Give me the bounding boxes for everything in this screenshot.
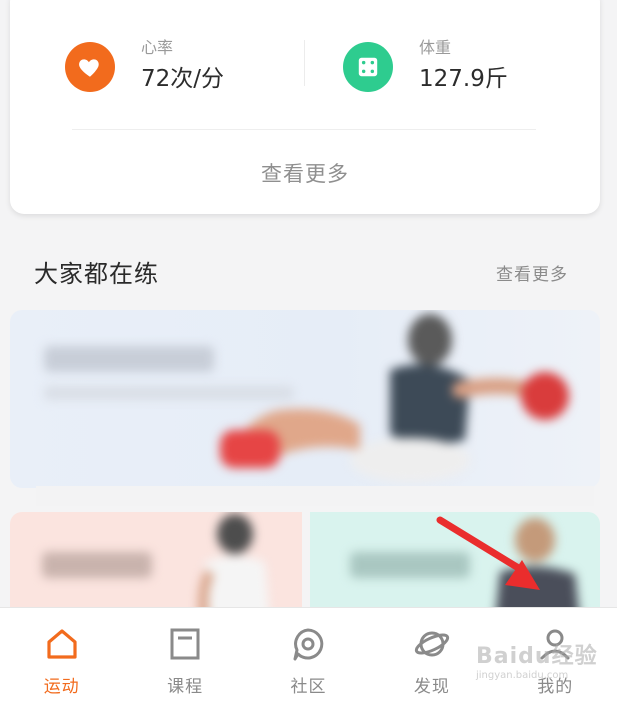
- heart-rate-value: 72次/分: [141, 66, 225, 92]
- workout-promo-card-right[interactable]: [310, 512, 600, 622]
- section-title: 大家都在练: [34, 260, 159, 288]
- heart-icon: [65, 42, 115, 92]
- heart-rate-label: 心率: [141, 38, 174, 57]
- card-divider: [72, 129, 536, 130]
- trainer-image-right: [495, 518, 580, 622]
- tab-sport[interactable]: 运动: [0, 608, 123, 702]
- heart-rate-stat[interactable]: 心率 72次/分: [65, 34, 224, 100]
- planet-icon: [414, 631, 449, 657]
- weight-stat[interactable]: 体重 127.9斤: [343, 34, 508, 100]
- promo-right-title-placeholder: [350, 552, 470, 578]
- weight-label: 体重: [419, 38, 452, 57]
- athlete-image: [220, 314, 569, 482]
- watermark-main: Baidu经验: [476, 644, 598, 669]
- tab-discover-label: 发现: [413, 677, 450, 697]
- section-more-link[interactable]: 查看更多: [496, 260, 568, 285]
- weight-value: 127.9斤: [419, 66, 508, 92]
- trainer-image-left: [198, 514, 270, 622]
- course-icon: [170, 628, 200, 660]
- community-icon: [293, 628, 324, 661]
- promo-left-title-placeholder: [42, 552, 152, 578]
- stats-divider: [304, 40, 305, 86]
- tab-community[interactable]: 社区: [247, 608, 370, 702]
- tab-course[interactable]: 课程: [123, 608, 246, 702]
- watermark-sub: jingyan.baidu.com: [476, 670, 569, 681]
- stats-more-link[interactable]: 查看更多: [10, 158, 600, 188]
- tab-sport-label: 运动: [43, 677, 80, 697]
- promo-separator: [36, 486, 594, 506]
- workout-promo-card[interactable]: [10, 310, 600, 488]
- health-stats-card: 心率 72次/分 体重 127.9斤 查看更多: [10, 0, 600, 214]
- home-icon: [47, 629, 77, 659]
- promo-title-placeholder: [44, 346, 214, 372]
- baidu-watermark: Baidu经验 jingyan.baidu.com: [476, 638, 598, 681]
- workout-promo-card-left[interactable]: [10, 512, 302, 622]
- scale-icon: [343, 42, 393, 92]
- tab-course-label: 课程: [167, 677, 204, 697]
- tab-community-label: 社区: [290, 677, 327, 697]
